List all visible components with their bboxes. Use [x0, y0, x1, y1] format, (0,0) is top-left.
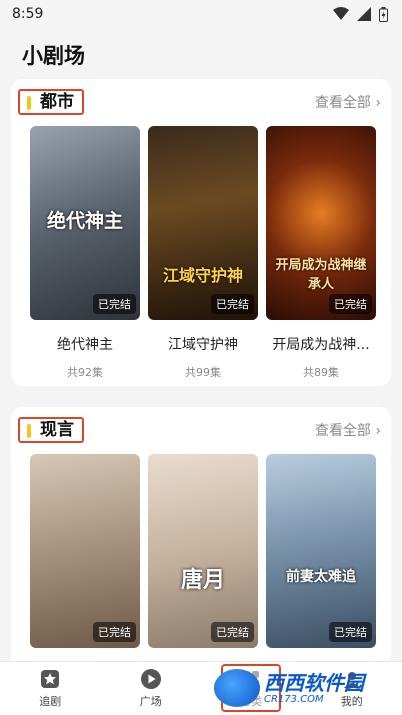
completed-badge: 已完结 — [211, 294, 254, 314]
episode-count: 共99集 — [185, 366, 221, 379]
accent-bar — [27, 96, 31, 110]
drama-item[interactable]: 绝代神主 已完结 绝代神主 共92集 — [30, 126, 140, 380]
section-title: 都市 — [18, 89, 84, 115]
drama-name: 绝代神主 — [57, 337, 113, 353]
watermark-logo — [214, 669, 260, 707]
section-card-modern-romance: 现言 查看全部 › 已完结 唐月 已完结 前妻太难追 已完结 — [11, 407, 391, 667]
section-card-urban: 都市 查看全部 › 绝代神主 已完结 绝代神主 共92集 江域守护神 已完结 江… — [11, 79, 391, 386]
play-icon — [140, 668, 162, 690]
completed-badge: 已完结 — [329, 294, 372, 314]
status-bar: 8:59 — [0, 0, 402, 28]
section-title: 现言 — [18, 417, 84, 443]
poster-title: 江域守护神 — [162, 266, 243, 285]
drama-item[interactable]: 已完结 — [30, 454, 140, 648]
drama-item[interactable]: 唐月 已完结 — [148, 454, 258, 648]
drama-item[interactable]: 前妻太难追 已完结 — [266, 454, 376, 648]
completed-badge: 已完结 — [93, 622, 136, 642]
poster-title: 开局成为战神继承人 — [275, 258, 367, 292]
drama-name: 江域守护神 — [168, 337, 238, 353]
drama-item[interactable]: 开局成为战神继承人 已完结 开局成为战神... 共89集 — [266, 126, 376, 380]
site-watermark: 西西软件园 CR173.COM — [214, 667, 384, 709]
tab-follow[interactable]: 追剧 — [0, 662, 101, 715]
drama-name: 开局成为战神... — [272, 337, 370, 353]
battery-icon — [379, 6, 388, 22]
see-all-link[interactable]: 查看全部 › — [315, 420, 381, 440]
watermark-text: 西西软件园 — [264, 670, 364, 695]
episode-count: 共89集 — [303, 366, 339, 379]
drama-poster[interactable]: 江域守护神 已完结 — [148, 126, 258, 320]
episode-count: 共92集 — [67, 366, 103, 379]
poster-title: 唐月 — [180, 568, 225, 593]
poster-title: 前妻太难追 — [286, 569, 356, 585]
drama-item[interactable]: 江域守护神 已完结 江域守护神 共99集 — [148, 126, 258, 380]
watermark-subtext: CR173.COM — [264, 693, 324, 705]
drama-poster[interactable]: 唐月 已完结 — [148, 454, 258, 648]
star-icon — [39, 668, 61, 690]
tab-plaza[interactable]: 广场 — [101, 662, 202, 715]
accent-bar — [27, 424, 31, 438]
drama-poster[interactable]: 已完结 — [30, 454, 140, 648]
drama-poster[interactable]: 绝代神主 已完结 — [30, 126, 140, 320]
completed-badge: 已完结 — [93, 294, 136, 314]
completed-badge: 已完结 — [329, 622, 372, 642]
wifi-icon — [333, 7, 349, 21]
signal-icon — [357, 7, 371, 21]
poster-title: 绝代神主 — [46, 210, 123, 232]
completed-badge: 已完结 — [211, 622, 254, 642]
see-all-link[interactable]: 查看全部 › — [315, 92, 381, 112]
drama-poster[interactable]: 开局成为战神继承人 已完结 — [266, 126, 376, 320]
status-time: 8:59 — [12, 6, 44, 22]
drama-poster[interactable]: 前妻太难追 已完结 — [266, 454, 376, 648]
